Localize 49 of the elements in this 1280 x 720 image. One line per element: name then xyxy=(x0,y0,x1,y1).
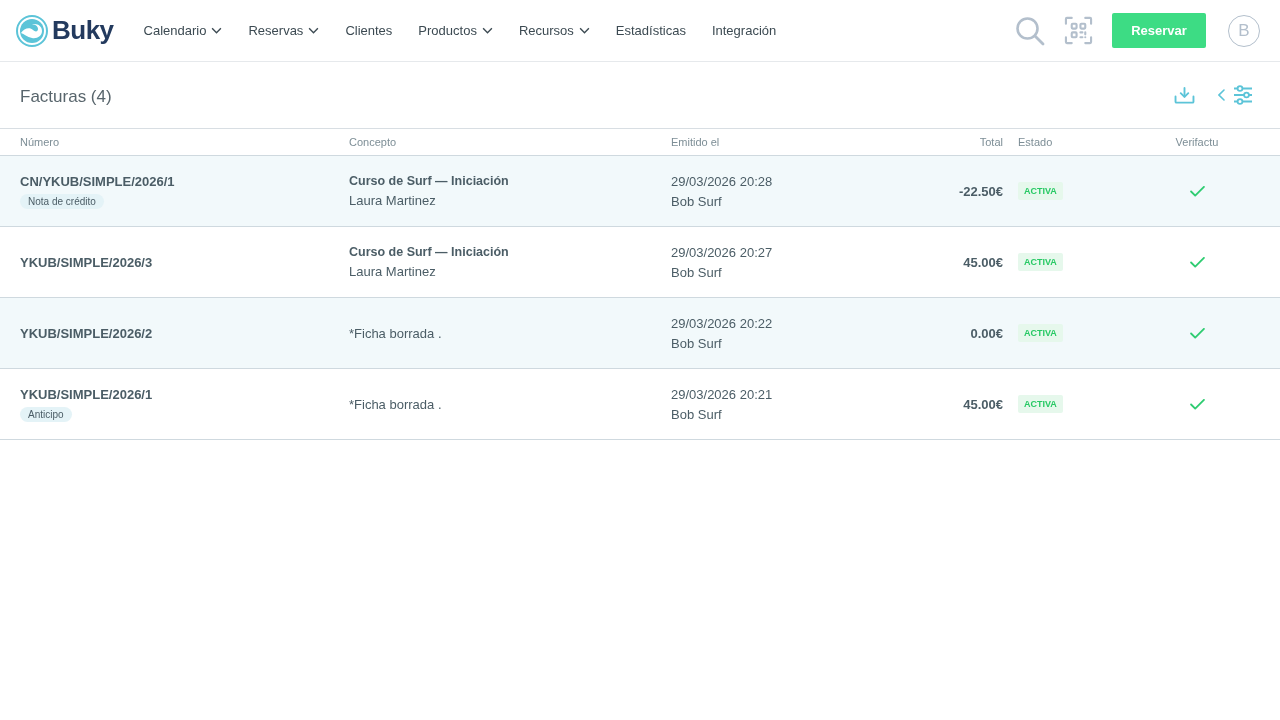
issue-date: 29/03/2026 20:21 xyxy=(671,386,773,402)
column-header: Total xyxy=(978,136,1003,148)
deleted-record-note: *Ficha borrada . xyxy=(349,325,442,341)
invoice-number: YKUB/SIMPLE/2026/3 xyxy=(20,254,153,270)
invoice-number: CN/YKUB/SIMPLE/2026/1 xyxy=(20,173,175,189)
issuer-name: Bob Surf xyxy=(671,193,722,209)
concept-title: Curso de Surf — Iniciación xyxy=(349,245,509,259)
invoice-total: -22.50€ xyxy=(958,183,1003,199)
concept-title: Curso de Surf — Iniciación xyxy=(349,174,509,188)
column-header: Número xyxy=(20,136,61,148)
sliders-filter-icon[interactable] xyxy=(1233,85,1253,105)
column-header: Concepto xyxy=(349,136,398,148)
nav-menu-item[interactable]: Estadísticas xyxy=(615,23,686,38)
invoice-total: 0.00€ xyxy=(970,325,1003,341)
status-badge: ACTIVA xyxy=(1018,395,1063,413)
invoice-total: 45.00€ xyxy=(963,396,1003,412)
status-badge: ACTIVA xyxy=(1018,324,1063,342)
deleted-record-note: *Ficha borrada . xyxy=(349,396,442,412)
nav-menu-item[interactable]: Reservas xyxy=(248,23,320,38)
issuer-name: Bob Surf xyxy=(671,335,722,351)
status-badge: ACTIVA xyxy=(1018,182,1063,200)
status-badge: ACTIVA xyxy=(1018,253,1063,271)
page-title: Facturas (4) xyxy=(20,86,112,107)
chevron-left-icon[interactable] xyxy=(1218,89,1225,101)
nav-menu-item[interactable]: Recursos xyxy=(518,23,590,38)
customer-name: Laura Martinez xyxy=(349,264,436,279)
column-header: Emitido el xyxy=(671,136,721,148)
download-icon[interactable] xyxy=(1174,86,1195,104)
issuer-name: Bob Surf xyxy=(671,264,722,280)
invoice-number: YKUB/SIMPLE/2026/1 xyxy=(20,386,153,402)
nav-menu-item[interactable]: Clientes xyxy=(345,23,393,38)
search-icon[interactable] xyxy=(1015,15,1045,46)
nav-menu-item[interactable]: Integración xyxy=(711,23,777,38)
nav-menu-item[interactable]: Calendario xyxy=(143,23,223,38)
invoice-total: 45.00€ xyxy=(963,254,1003,270)
issue-date: 29/03/2026 20:28 xyxy=(671,173,773,189)
logo-wordmark[interactable]: Buky xyxy=(52,15,114,46)
nav-menu-item[interactable]: Productos xyxy=(418,23,493,38)
invoice-type-tag: Anticipo xyxy=(20,406,72,422)
customer-name: Laura Martinez xyxy=(349,193,436,208)
issue-date: 29/03/2026 20:22 xyxy=(671,315,773,331)
qr-scan-icon[interactable] xyxy=(1064,16,1093,45)
invoice-number: YKUB/SIMPLE/2026/2 xyxy=(20,325,153,341)
column-header: Verifactu xyxy=(1174,136,1220,148)
column-header: Estado xyxy=(1017,136,1054,148)
invoice-type-tag: Nota de crédito xyxy=(20,193,104,209)
wave-logo-icon xyxy=(16,14,48,47)
issuer-name: Bob Surf xyxy=(671,406,722,422)
issue-date: 29/03/2026 20:27 xyxy=(671,244,773,260)
